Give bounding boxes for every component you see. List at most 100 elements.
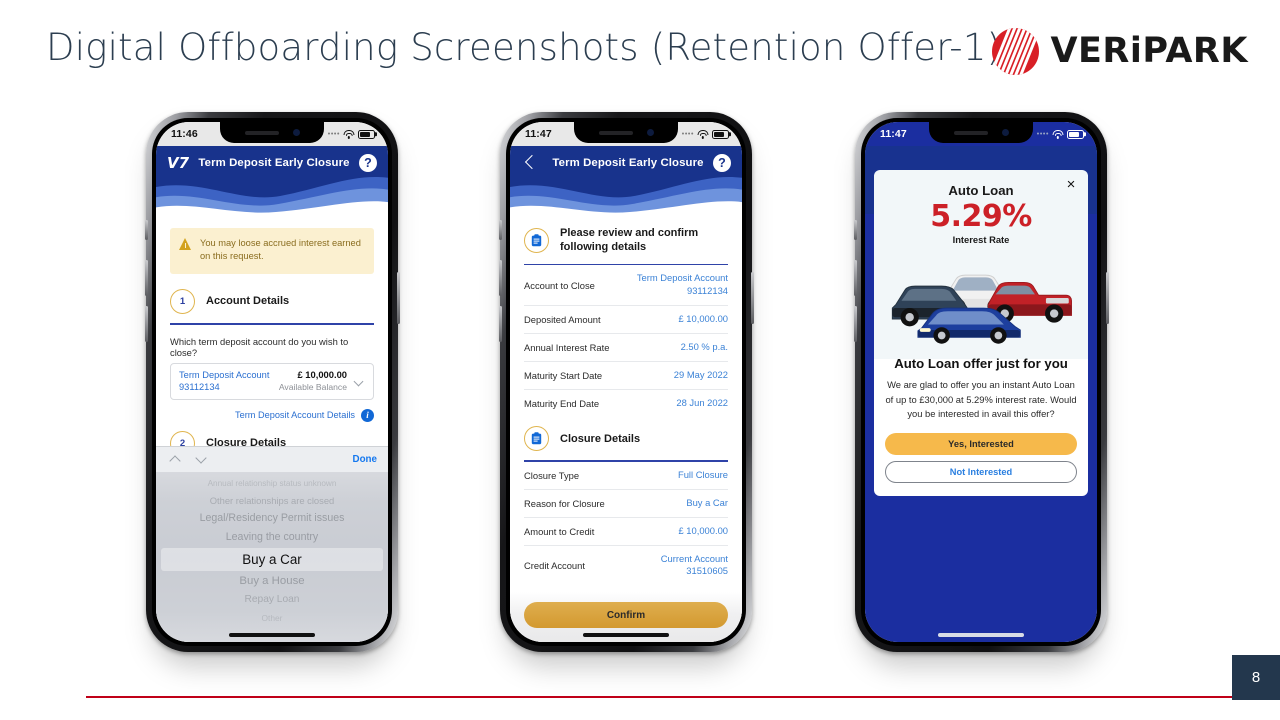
veripark-logo: VERiPARK <box>992 28 1248 75</box>
account-details-link-row[interactable]: Term Deposit Account Details i <box>170 408 374 422</box>
picker-prev-icon[interactable] <box>167 451 183 467</box>
status-time: 11:47 <box>525 128 552 140</box>
phone-frame: 11:47 •••• × Auto Loan 5.29% Interest Ra… <box>853 112 1109 652</box>
back-icon[interactable] <box>521 152 543 174</box>
row-key: Maturity End Date <box>524 398 600 410</box>
not-interested-button[interactable]: Not Interested <box>885 460 1077 483</box>
home-indicator <box>938 633 1024 637</box>
wifi-icon <box>1052 129 1064 139</box>
app-header: Term Deposit Early Closure ? <box>510 146 742 214</box>
closure-section-header: Closure Details <box>524 426 728 451</box>
phone-2: 11:47 •••• Term Deposit Early Closure ? <box>498 112 754 667</box>
row-key: Credit Account <box>524 559 585 571</box>
phone-1-screen: 11:46 •••• V7 Term Deposit Early Closure… <box>156 122 388 642</box>
account-name: Term Deposit Account <box>179 369 270 380</box>
warning-text: You may loose accrued interest earned on… <box>200 238 361 262</box>
notch <box>929 122 1033 143</box>
row-key: Closure Type <box>524 469 580 481</box>
signal-icon: •••• <box>327 130 340 138</box>
closure-rows: Closure Type Full Closure Reason for Clo… <box>524 462 728 586</box>
picker-option[interactable]: Other <box>156 610 388 626</box>
row-value: Full Closure <box>677 468 728 480</box>
picker-wheel[interactable]: Annual relationship status unknown Other… <box>156 471 388 642</box>
battery-icon <box>358 129 375 139</box>
closure-section-label: Closure Details <box>560 432 641 445</box>
row-value: 28 Jun 2022 <box>676 397 728 409</box>
logo-text-part1: VER <box>1050 31 1130 71</box>
row-key: Account to Close <box>524 279 595 291</box>
picker-option[interactable]: Repay Loan <box>156 591 388 609</box>
clipboard-icon <box>524 227 549 253</box>
picker-option-selected[interactable]: Buy a Car <box>161 547 383 571</box>
notch <box>574 122 678 143</box>
account-selector[interactable]: Term Deposit Account 93112134 £ 10,000.0… <box>170 362 374 400</box>
battery-icon <box>712 129 729 139</box>
table-row: Annual Interest Rate 2.50 % p.a. <box>524 334 728 363</box>
row-value: Current Account 31510605 <box>660 552 728 577</box>
picker-next-icon[interactable] <box>193 451 209 467</box>
signal-icon: •••• <box>681 130 694 138</box>
yes-interested-button[interactable]: Yes, Interested <box>885 432 1077 455</box>
reason-picker[interactable]: Done Annual relationship status unknown … <box>156 445 388 642</box>
row-key: Maturity Start Date <box>524 370 603 382</box>
review-section-label: Please review and confirm following deta… <box>560 227 699 254</box>
account-number: 93112134 <box>179 382 220 393</box>
row-key: Annual Interest Rate <box>524 342 610 354</box>
slide-number-badge: 8 <box>1232 655 1280 700</box>
account-details-link[interactable]: Term Deposit Account Details <box>235 410 355 420</box>
footer-divider <box>86 696 1232 698</box>
app-header-title: Term Deposit Early Closure <box>198 157 350 169</box>
step-1-number: 1 <box>170 288 195 314</box>
question-1: Which term deposit account do you wish t… <box>170 335 349 358</box>
app-logo-icon: V7 <box>167 153 190 172</box>
confirm-button[interactable]: Confirm <box>524 602 728 628</box>
help-icon[interactable]: ? <box>359 154 377 172</box>
signal-icon: •••• <box>1036 130 1049 138</box>
row-value: 29 May 2022 <box>673 369 728 381</box>
clipboard-icon <box>524 426 549 451</box>
review-section-header: Please review and confirm following deta… <box>524 226 728 255</box>
picker-option[interactable]: Legal/Residency Permit issues <box>156 509 388 528</box>
row-value: Buy a Car <box>686 496 728 508</box>
app-header-title: Term Deposit Early Closure <box>552 157 704 169</box>
interest-rate-label: Interest Rate <box>952 233 1010 245</box>
chevron-down-icon[interactable] <box>353 375 365 387</box>
picker-toolbar: Done <box>156 445 388 472</box>
step-1-label: Account Details <box>206 295 290 308</box>
row-value: £ 10,000.00 <box>678 524 728 536</box>
table-row: Maturity Start Date 29 May 2022 <box>524 362 728 391</box>
picker-done-button[interactable]: Done <box>353 454 378 465</box>
home-indicator <box>583 633 669 637</box>
info-icon[interactable]: i <box>361 408 374 422</box>
veripark-wordmark: VERiPARK <box>1050 34 1248 69</box>
status-time: 11:46 <box>171 128 198 140</box>
battery-icon <box>1067 129 1084 139</box>
close-icon[interactable]: × <box>1064 177 1078 192</box>
app-header: V7 Term Deposit Early Closure ? <box>156 146 388 214</box>
row-key: Reason for Closure <box>524 497 605 509</box>
picker-option[interactable]: Other relationships are closed <box>156 492 388 509</box>
picker-option[interactable]: Buy a House <box>156 572 388 591</box>
table-row: Deposited Amount £ 10,000.00 <box>524 306 728 335</box>
warning-icon <box>179 238 192 250</box>
home-indicator <box>229 633 315 637</box>
table-row: Maturity End Date 28 Jun 2022 <box>524 390 728 417</box>
status-time: 11:47 <box>880 128 907 140</box>
row-value: 2.50 % p.a. <box>680 341 728 353</box>
wifi-icon <box>697 129 709 139</box>
table-row: Reason for Closure Buy a Car <box>524 490 728 518</box>
picker-option[interactable]: Annual relationship status unknown <box>156 476 388 492</box>
slide: Digital Offboarding Screenshots (Retenti… <box>0 0 1280 720</box>
page-title: Digital Offboarding Screenshots (Retenti… <box>46 26 1002 69</box>
table-row: Credit Account Current Account 31510605 <box>524 546 728 586</box>
help-icon[interactable]: ? <box>713 154 731 172</box>
wifi-icon <box>343 129 355 139</box>
review-rows: Account to Close Term Deposit Account 93… <box>524 265 728 417</box>
picker-option[interactable]: Leaving the country <box>156 528 388 547</box>
account-amount-label: Available Balance <box>278 381 347 392</box>
veripark-circle-logo <box>992 28 1040 75</box>
step-1-header: 1 Account Details <box>170 288 374 314</box>
logo-text-part2: PARK <box>1142 31 1248 71</box>
account-amount: £ 10,000.00 <box>297 368 347 380</box>
cars-photo <box>885 249 1077 347</box>
